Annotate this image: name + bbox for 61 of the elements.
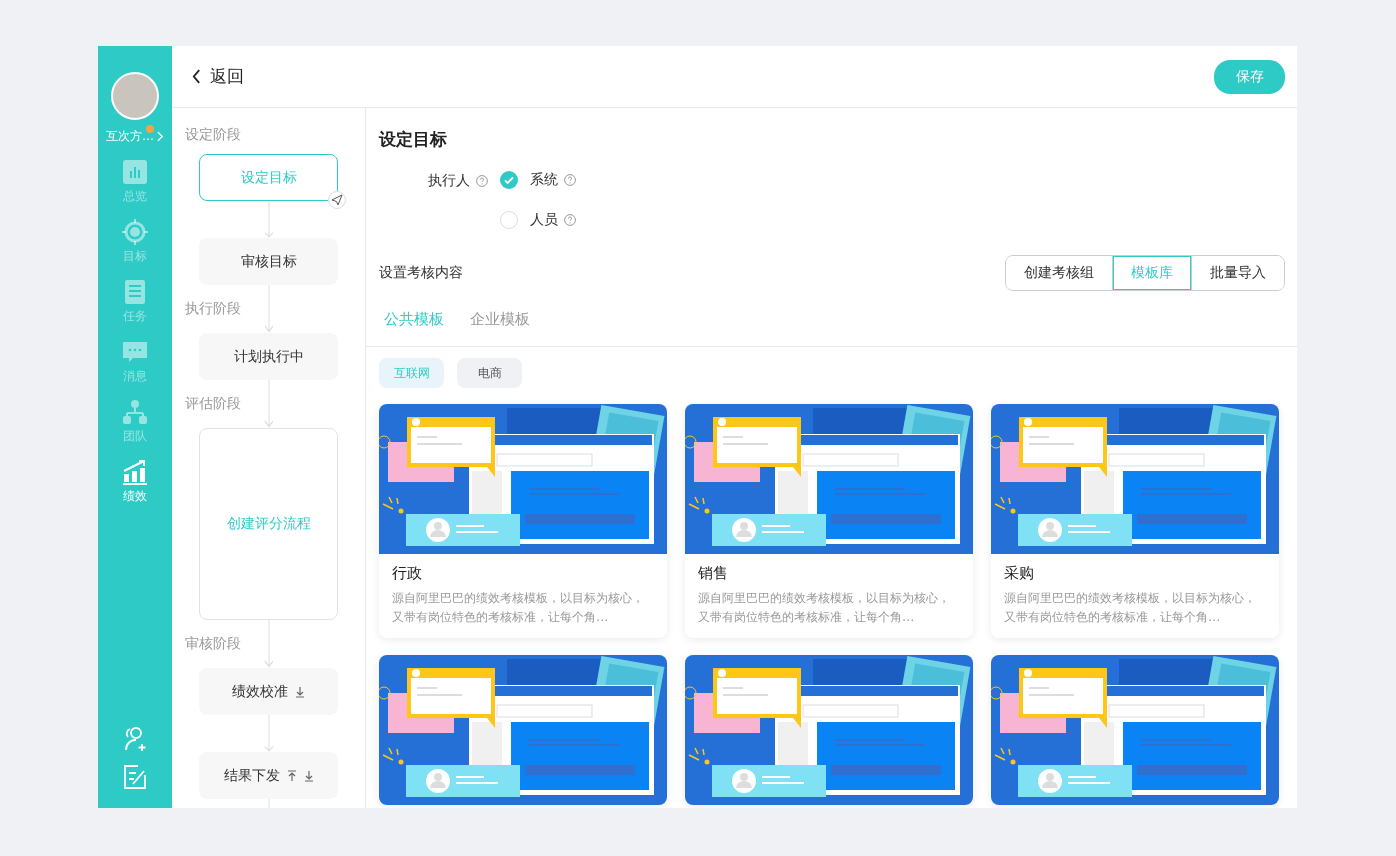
card-title: 采购	[1004, 564, 1035, 583]
nav-item[interactable]: 绩效	[122, 459, 148, 505]
tab[interactable]: 公共模板	[384, 310, 444, 329]
radio-label[interactable]: 系统	[530, 171, 558, 189]
filter-chip[interactable]: 电商	[457, 358, 522, 388]
connector-arrow	[262, 620, 275, 668]
template-illustration-drawing[interactable]	[991, 655, 1279, 805]
connector-arrow	[262, 715, 275, 752]
help-icon[interactable]	[564, 214, 576, 226]
flow-step[interactable]: 结果下发	[199, 752, 338, 799]
flow-step[interactable]: 审核目标	[199, 238, 338, 285]
template-card[interactable]: 销售 源自阿里巴巴的绩效考核模板，以目标为核心，又带有岗位特色的考核标准，让每个角…	[685, 404, 973, 638]
card-title: 行政	[392, 564, 423, 583]
section-title: 设定目标	[379, 128, 448, 151]
radio-label[interactable]: 人员	[530, 211, 558, 229]
template-card[interactable]: 行政 源自阿里巴巴的绩效考核模板，以目标为核心，又带有岗位特色的考核标准，让每个角…	[379, 404, 667, 638]
chat-icon	[122, 339, 148, 365]
connector-arrow	[262, 285, 275, 333]
template-illustration-drawing[interactable]	[685, 655, 973, 805]
move-down-icon[interactable]	[295, 685, 305, 698]
card-description: 源自阿里巴巴的绩效考核模板，以目标为核心，又带有岗位特色的考核标准，让每个角…	[392, 589, 645, 626]
flow-step[interactable]: 绩效校准	[199, 668, 338, 715]
connector-arrow	[262, 201, 275, 238]
filter-chip[interactable]: 互联网	[379, 358, 444, 388]
flow-step[interactable]: 创建评分流程	[199, 428, 338, 620]
template-card[interactable]: 采购 源自阿里巴巴的绩效考核模板，以目标为核心，又带有岗位特色的考核标准，让每个角…	[991, 404, 1279, 638]
user-name[interactable]: 互次方…	[106, 128, 154, 145]
move-down-icon[interactable]	[303, 769, 314, 782]
back-button[interactable]: 返回	[192, 65, 244, 88]
org-chart-icon	[122, 399, 148, 425]
segment-button[interactable]: 模板库	[1112, 256, 1191, 290]
stage-label: 执行阶段	[184, 300, 242, 318]
template-illustration-drawing[interactable]	[379, 655, 667, 805]
bar-chart-icon	[122, 159, 148, 185]
chevron-left-icon	[192, 69, 201, 84]
add-user-icon[interactable]	[122, 726, 148, 752]
field-label: 执行人	[428, 172, 470, 190]
move-up-icon[interactable]	[286, 769, 297, 782]
target-icon	[122, 219, 148, 245]
connector-arrow	[262, 380, 275, 428]
list-icon	[122, 279, 148, 305]
section-label: 设置考核内容	[379, 264, 463, 282]
radio-button[interactable]	[500, 171, 518, 189]
growth-chart-icon	[122, 459, 148, 485]
flow-step[interactable]: 计划执行中	[199, 333, 338, 380]
segment-button[interactable]: 批量导入	[1191, 256, 1284, 290]
stage-label: 设定阶段	[184, 126, 241, 144]
send-icon[interactable]	[328, 191, 346, 209]
help-icon[interactable]	[564, 174, 576, 186]
card-title: 销售	[698, 564, 729, 583]
help-icon[interactable]	[476, 175, 488, 187]
edit-icon[interactable]	[122, 764, 148, 790]
stage-label: 评估阶段	[184, 395, 242, 413]
card-description: 源自阿里巴巴的绩效考核模板，以目标为核心，又带有岗位特色的考核标准，让每个角…	[1004, 589, 1257, 626]
flow-step[interactable]: 设定目标	[199, 154, 338, 201]
user-avatar[interactable]	[111, 72, 159, 120]
tab[interactable]: 企业模板	[470, 310, 530, 329]
card-description: 源自阿里巴巴的绩效考核模板，以目标为核心，又带有岗位特色的考核标准，让每个角…	[698, 589, 951, 626]
save-button[interactable]: 保存	[1214, 59, 1285, 94]
chevron-right-icon[interactable]	[157, 131, 164, 142]
stage-label: 审核阶段	[184, 635, 242, 653]
